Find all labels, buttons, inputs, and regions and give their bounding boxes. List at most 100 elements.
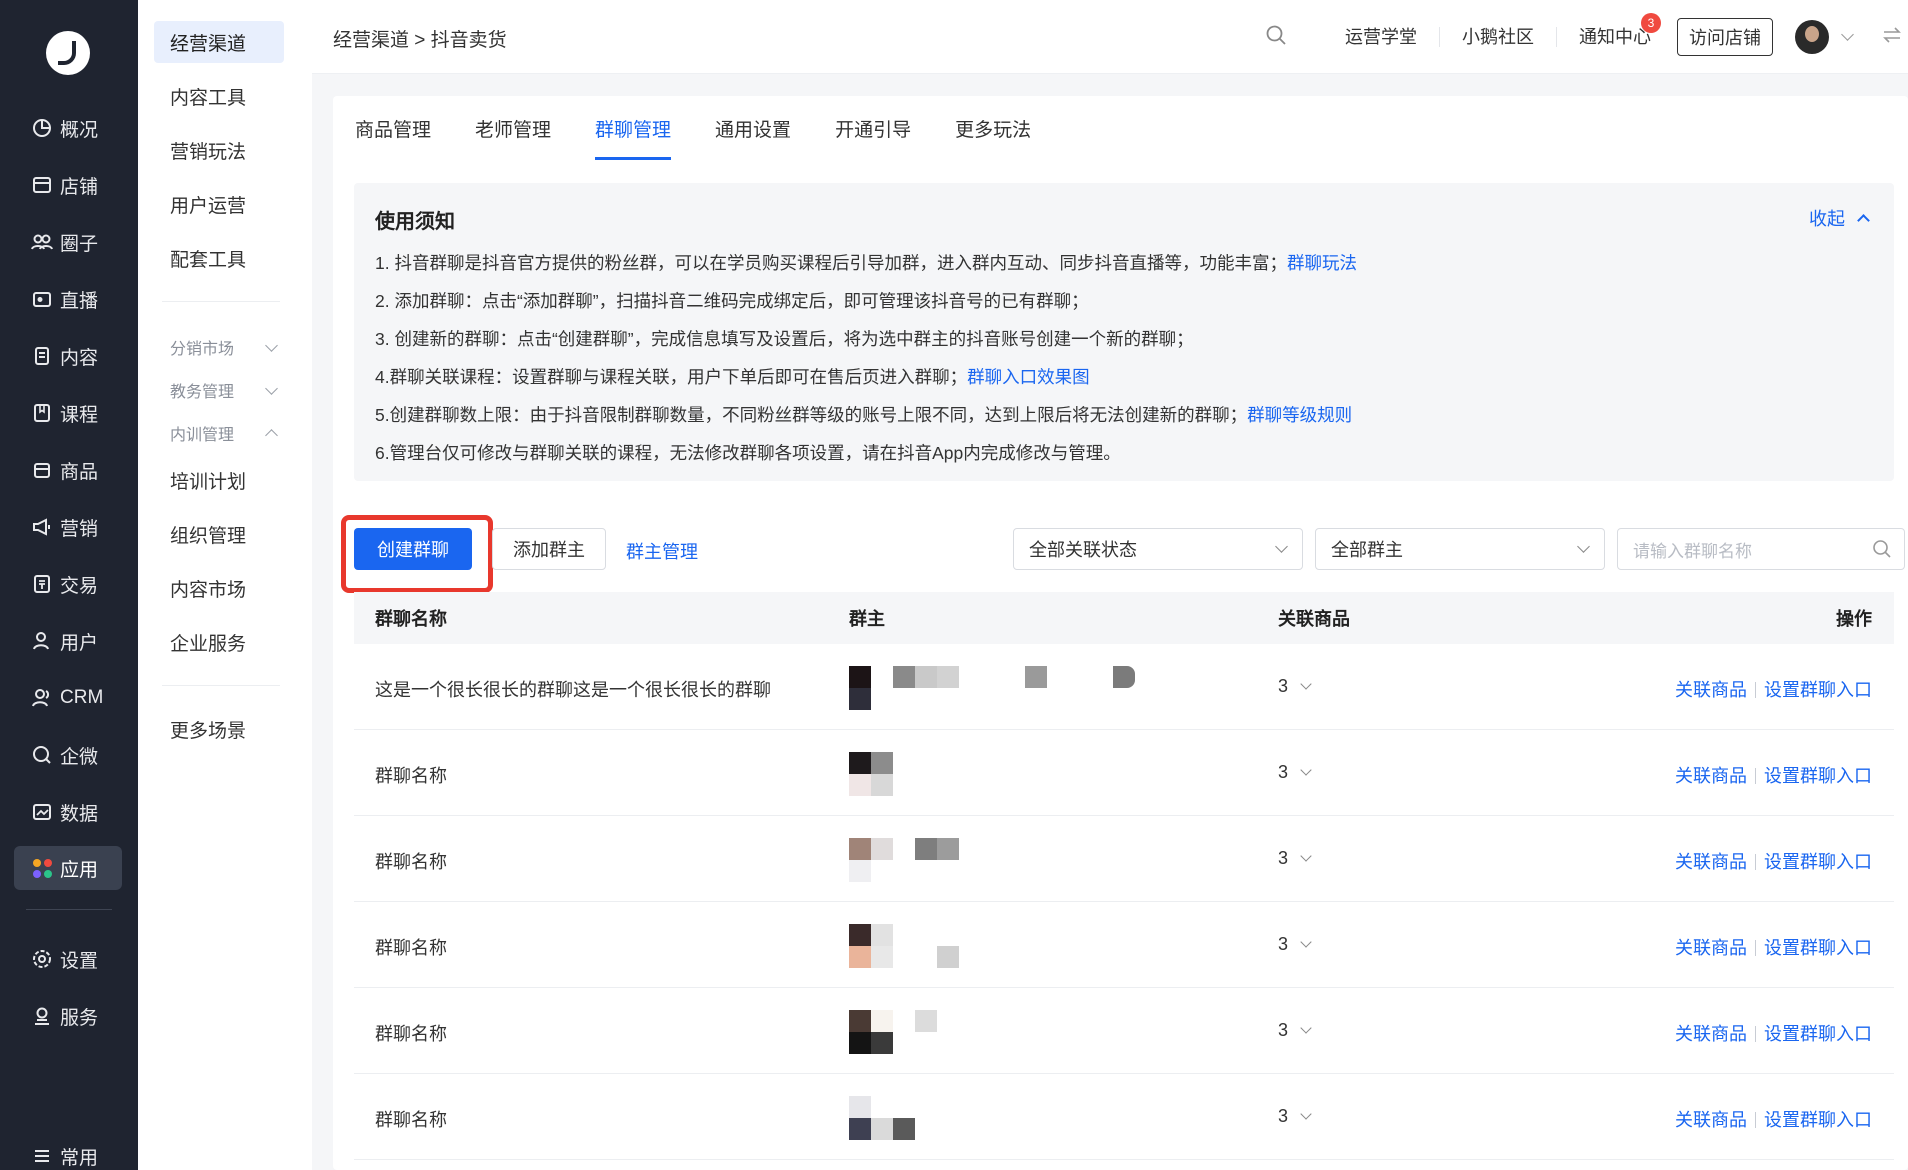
tab-more-features[interactable]: 更多玩法 (955, 96, 1031, 160)
nav-item-course[interactable]: 课程 (14, 391, 122, 435)
set-entry-button[interactable]: 设置群聊入口 (1764, 1110, 1872, 1130)
chevron-down-icon[interactable] (1841, 27, 1854, 41)
linked-goods-count[interactable]: 3 (1278, 762, 1312, 783)
nav-item-live[interactable]: 直播 (14, 277, 122, 321)
chevron-down-icon (1300, 678, 1312, 690)
nav-item-label: 企微 (60, 746, 99, 768)
community-link[interactable]: 小鹅社区 (1440, 27, 1557, 47)
linked-goods-count[interactable]: 3 (1278, 934, 1312, 955)
tab-group-chat-management[interactable]: 群聊管理 (595, 96, 672, 160)
owner-select[interactable]: 全部群主 (1315, 528, 1605, 570)
nav2-item-user-ops[interactable]: 用户运营 (154, 183, 284, 225)
nav-item-frequent[interactable]: 常用 (14, 1134, 122, 1170)
nav-item-service[interactable]: 服务 (14, 994, 122, 1038)
goods-count-value: 3 (1278, 934, 1289, 954)
group-chat-features-link[interactable]: 群聊玩法 (1287, 253, 1357, 273)
nav-item-apps[interactable]: 应用 (14, 846, 122, 890)
table-row: 群聊名称 3 关联商品 设置群聊入口 (354, 988, 1894, 1074)
linked-goods-count[interactable]: 3 (1278, 676, 1312, 697)
table-row: 群聊名称 3 关联商品 设置群聊入口 (354, 902, 1894, 988)
set-entry-button[interactable]: 设置群聊入口 (1764, 1024, 1872, 1044)
megaphone-icon (30, 515, 54, 539)
store-icon (30, 173, 54, 197)
create-group-chat-button[interactable]: 创建群聊 (354, 528, 472, 570)
nav-item-settings[interactable]: 设置 (14, 937, 122, 981)
linked-goods-count[interactable]: 3 (1278, 1106, 1312, 1127)
nav2-item-organization[interactable]: 组织管理 (154, 513, 284, 555)
nav-item-goods[interactable]: 商品 (14, 448, 122, 492)
add-owner-button[interactable]: 添加群主 (492, 528, 606, 570)
link-goods-button[interactable]: 关联商品 (1675, 1024, 1747, 1044)
nav-item-label: 设置 (60, 950, 99, 972)
tab-goods-management[interactable]: 商品管理 (355, 96, 431, 160)
tab-teacher-management[interactable]: 老师管理 (475, 96, 551, 160)
nav-item-data[interactable]: 数据 (14, 790, 122, 834)
nav2-group-training[interactable]: 内训管理 (170, 421, 282, 445)
level-rules-link[interactable]: 群聊等级规则 (1247, 405, 1352, 425)
tab-general-settings[interactable]: 通用设置 (715, 96, 791, 160)
nav2-divider (162, 685, 280, 686)
collapse-button[interactable]: 收起 (1809, 205, 1870, 231)
nav2-item-support-tools[interactable]: 配套工具 (154, 237, 284, 279)
group-name-search-input[interactable]: 请输入群聊名称 (1617, 528, 1905, 570)
nav-item-store[interactable]: 店铺 (14, 163, 122, 207)
link-status-select[interactable]: 全部关联状态 (1013, 528, 1303, 570)
notice-line: 4.群聊关联课程：设置群聊与课程关联，用户下单后即可在售后页进入群聊；群聊入口效… (375, 364, 1090, 389)
search-icon[interactable] (1872, 539, 1892, 564)
column-header-owner: 群主 (849, 609, 885, 629)
linked-goods-count[interactable]: 3 (1278, 1020, 1312, 1041)
set-entry-button[interactable]: 设置群聊入口 (1764, 852, 1872, 872)
entry-preview-link[interactable]: 群聊入口效果图 (967, 367, 1090, 387)
switch-icon[interactable] (1882, 26, 1902, 49)
nav2-group-academic[interactable]: 教务管理 (170, 378, 282, 402)
table-row: 群聊名称 3 关联商品 设置群聊入口 (354, 730, 1894, 816)
search-icon[interactable] (1265, 24, 1287, 51)
ops-academy-link[interactable]: 运营学堂 (1323, 27, 1440, 47)
nav2-item-enterprise[interactable]: 企业服务 (154, 621, 284, 663)
nav-item-wecom[interactable]: 企微 (14, 733, 122, 777)
linked-goods-count[interactable]: 3 (1278, 848, 1312, 869)
link-goods-button[interactable]: 关联商品 (1675, 852, 1747, 872)
set-entry-button[interactable]: 设置群聊入口 (1764, 680, 1872, 700)
nav2-item-label: 经营渠道 (170, 33, 247, 55)
action-divider (1755, 1026, 1756, 1042)
visit-store-button[interactable]: 访问店铺 (1677, 18, 1773, 56)
nav-item-marketing[interactable]: 营销 (14, 505, 122, 549)
nav2-item-content-market[interactable]: 内容市场 (154, 567, 284, 609)
nav-item-overview[interactable]: 概况 (14, 106, 122, 150)
column-header-goods: 关联商品 (1278, 609, 1350, 629)
nav2-item-label: 用户运营 (170, 195, 247, 217)
nav2-item-label: 营销玩法 (170, 141, 247, 163)
nav2-group-distribution[interactable]: 分销市场 (170, 335, 282, 359)
link-goods-button[interactable]: 关联商品 (1675, 766, 1747, 786)
column-header-name: 群聊名称 (375, 609, 447, 629)
nav-item-content[interactable]: 内容 (14, 334, 122, 378)
nav-item-circle[interactable]: 圈子 (14, 220, 122, 264)
set-entry-button[interactable]: 设置群聊入口 (1764, 766, 1872, 786)
nav2-item-marketing[interactable]: 营销玩法 (154, 129, 284, 171)
list-icon (30, 1144, 54, 1168)
link-goods-button[interactable]: 关联商品 (1675, 1110, 1747, 1130)
nav2-item-channels[interactable]: 经营渠道 (154, 21, 284, 63)
app-logo[interactable] (46, 31, 90, 75)
nav-item-trade[interactable]: 交易 (14, 562, 122, 606)
nav-item-crm[interactable]: CRM (14, 676, 122, 720)
row-actions: 关联商品 设置群聊入口 (1675, 762, 1872, 788)
notification-center-link[interactable]: 通知中心 3 (1557, 13, 1673, 47)
link-goods-button[interactable]: 关联商品 (1675, 680, 1747, 700)
nav-item-label: 用户 (60, 632, 99, 654)
nav2-item-content-tools[interactable]: 内容工具 (154, 75, 284, 117)
tab-onboarding-guide[interactable]: 开通引导 (835, 96, 911, 160)
nav-item-user[interactable]: 用户 (14, 619, 122, 663)
pie-chart-icon (30, 116, 54, 140)
avatar[interactable] (1795, 20, 1829, 54)
group-name-cell: 这是一个很长很长的群聊这是一个很长很长的群聊 (375, 680, 771, 700)
set-entry-button[interactable]: 设置群聊入口 (1764, 938, 1872, 958)
nav2-item-training-plan[interactable]: 培训计划 (154, 459, 284, 501)
link-goods-button[interactable]: 关联商品 (1675, 938, 1747, 958)
nav2-item-more-scenes[interactable]: 更多场景 (154, 708, 284, 750)
owner-management-link[interactable]: 群主管理 (626, 538, 698, 564)
service-icon (30, 1004, 54, 1028)
nav2-item-label: 内容市场 (170, 579, 247, 601)
action-divider (1755, 1112, 1756, 1128)
